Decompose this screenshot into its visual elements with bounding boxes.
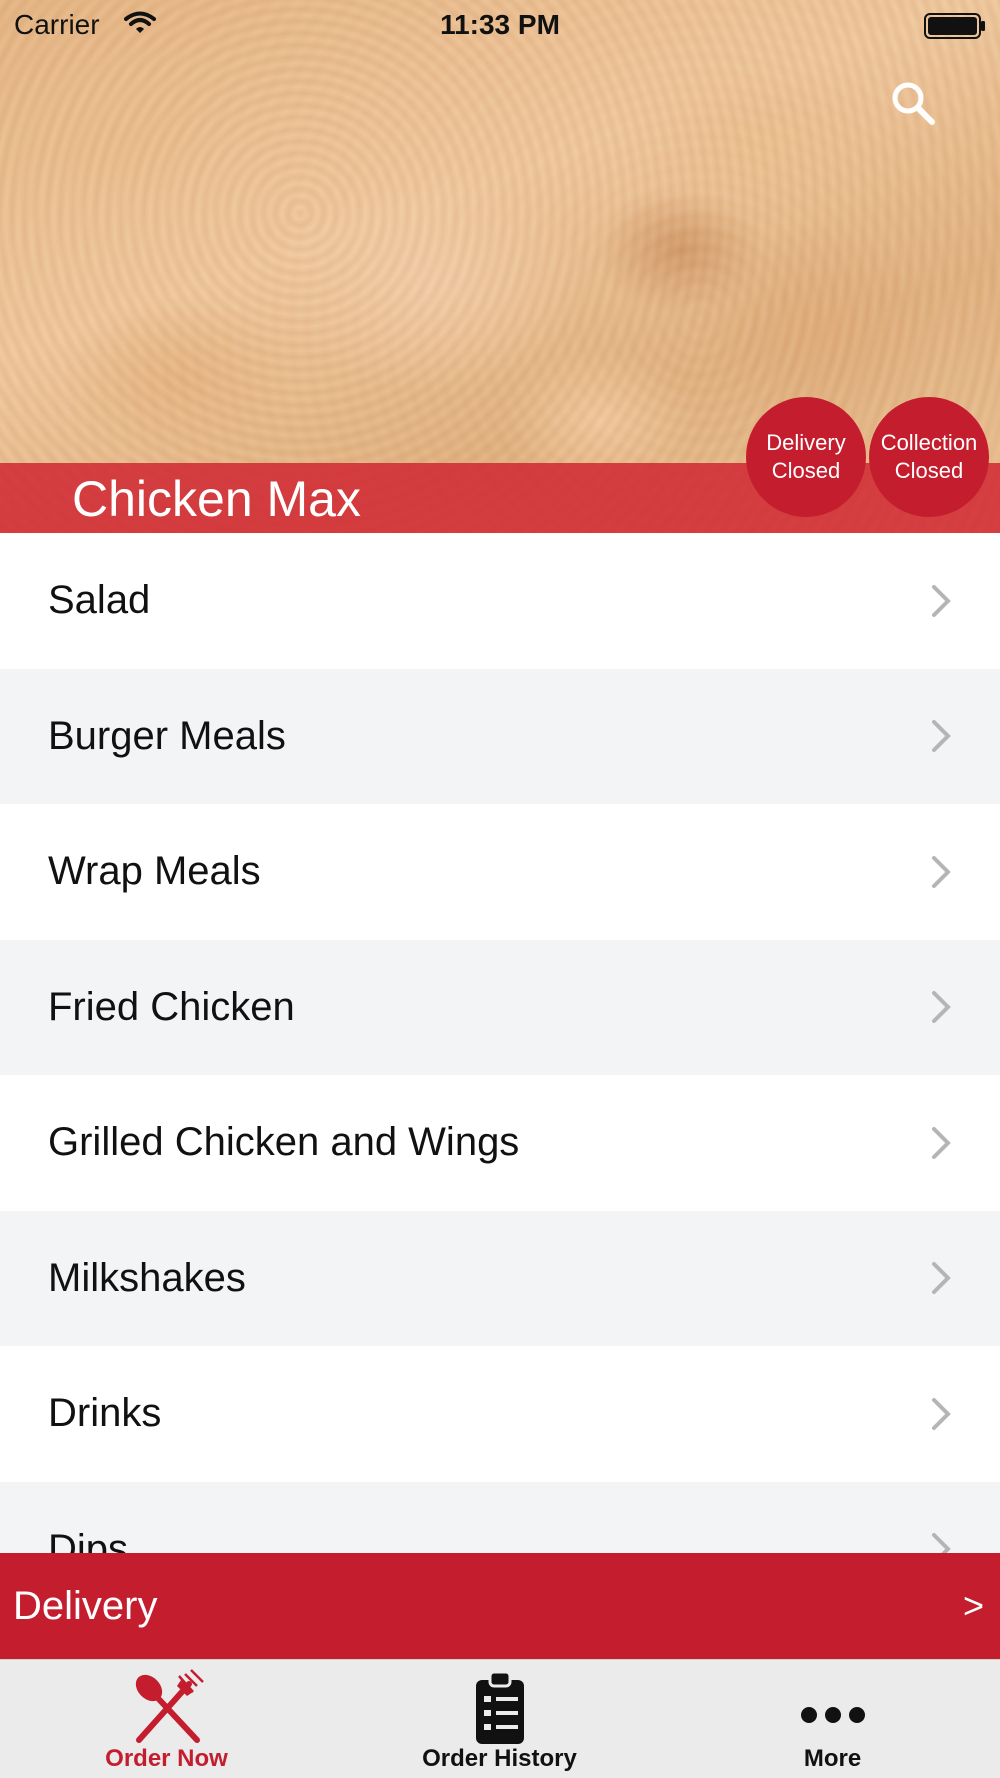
chevron-right-icon [932,1533,951,1553]
battery-icon [924,13,985,39]
menu-category-list: Salad Burger Meals Wrap Meals Fried Chic… [0,533,1000,1553]
menu-item-wrap-meals[interactable]: Wrap Meals [0,804,1000,940]
menu-item-label: Salad [48,578,151,622]
menu-item-fried-chicken[interactable]: Fried Chicken [0,939,1000,1075]
delivery-mode-button[interactable]: Delivery > [0,1553,1000,1659]
tab-order-now[interactable]: Order Now [0,1660,333,1778]
more-dots-icon [800,1707,865,1723]
delivery-status-line1: Delivery [766,430,846,455]
menu-item-label: Drinks [48,1391,162,1435]
tab-bar: Order Now Order History More [0,1659,1000,1778]
menu-item-label: Grilled Chicken and Wings [48,1120,520,1164]
tab-label: Order History [422,1745,577,1772]
menu-item-drinks[interactable]: Drinks [0,1346,1000,1482]
chevron-right-icon [932,1126,951,1159]
tab-label: Order Now [105,1745,228,1772]
chevron-right-icon [932,855,951,888]
menu-item-label: Wrap Meals [48,849,261,893]
delivery-status-line2: Closed [771,458,841,483]
delivery-arrow: > [962,1585,984,1626]
collection-status-line1: Collection [880,430,978,455]
menu-item-label: Fried Chicken [48,984,295,1029]
clipboard-icon [475,1670,524,1744]
search-icon[interactable] [888,78,938,128]
store-name: Chicken Max [72,471,361,527]
cutlery-icon [135,1669,204,1743]
chevron-right-icon [932,720,951,753]
tab-label: More [803,1745,862,1772]
delivery-mode-label: Delivery [13,1584,158,1628]
tab-more[interactable]: More [666,1660,999,1778]
status-bar: Carrier 11:33 PM [0,0,1000,50]
chevron-right-icon [932,584,951,617]
chevron-right-icon [932,1262,951,1295]
menu-item-milkshakes[interactable]: Milkshakes [0,1210,1000,1346]
collection-status-badge: Collection Closed [869,397,989,517]
menu-item-burger-meals[interactable]: Burger Meals [0,668,1000,804]
delivery-status-badge: Delivery Closed [746,397,866,517]
menu-item-dips[interactable]: Dips [0,1481,1000,1554]
menu-item-salad[interactable]: Salad [0,533,1000,669]
tab-order-history[interactable]: Order History [333,1660,666,1778]
collection-status-line2: Closed [894,458,964,483]
menu-item-grilled-chicken-wings[interactable]: Grilled Chicken and Wings [0,1075,1000,1211]
menu-item-label: Burger Meals [48,713,286,758]
clock: 11:33 PM [440,9,560,40]
chevron-right-icon [932,991,951,1024]
menu-item-label: Dips [48,1526,129,1554]
chevron-right-icon [932,1397,951,1430]
menu-item-label: Milkshakes [48,1255,246,1300]
